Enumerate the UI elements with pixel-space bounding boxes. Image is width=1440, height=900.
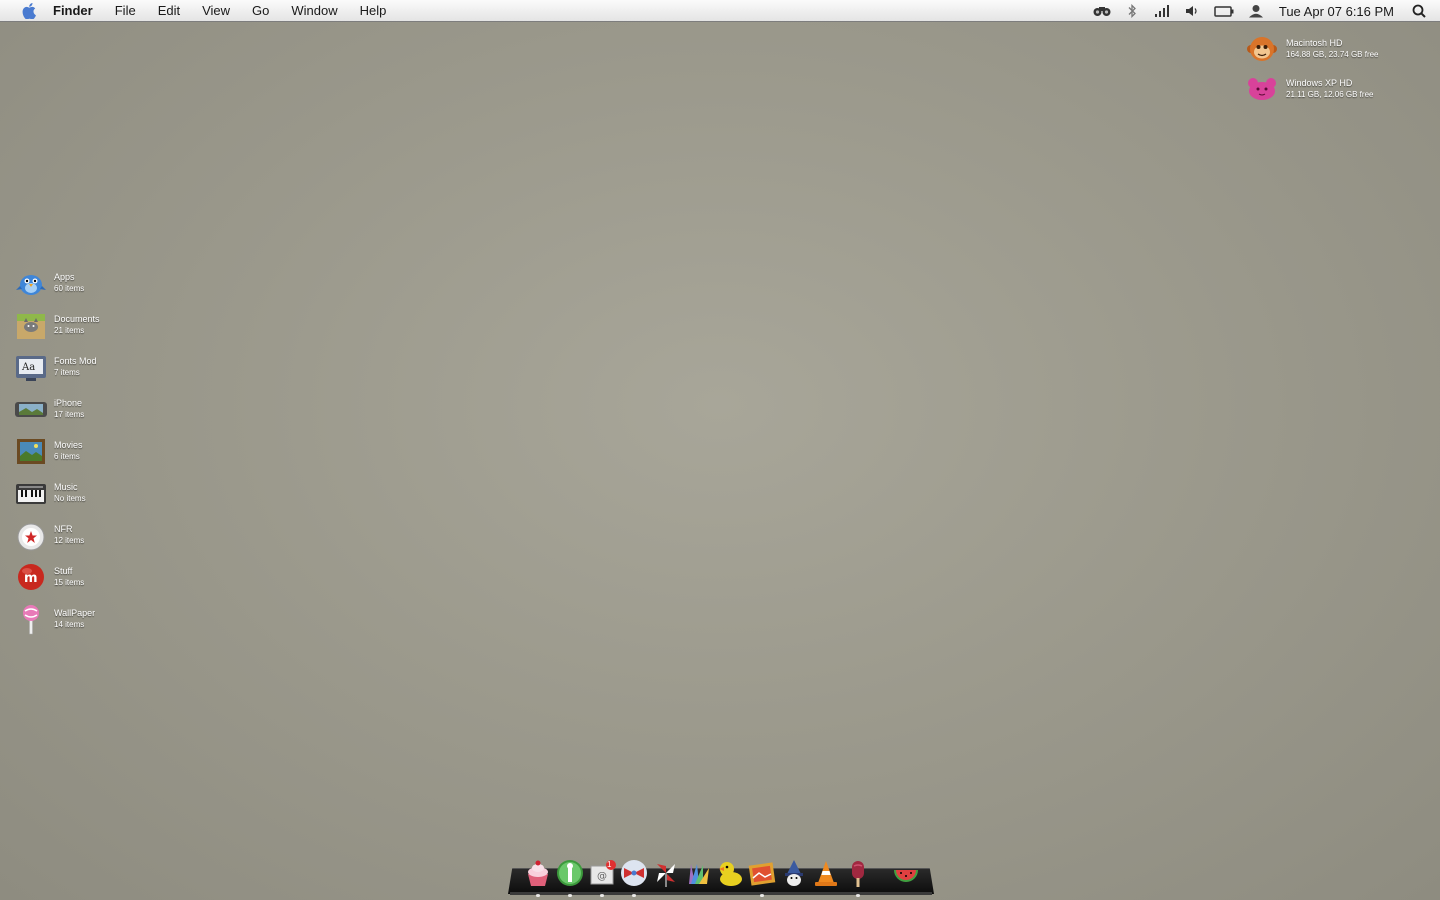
dock-popsicle-icon[interactable] — [843, 858, 873, 888]
dock-bowtie-icon[interactable] — [619, 858, 649, 888]
signal-bars-icon[interactable] — [1153, 3, 1171, 19]
dock-green-globe-icon[interactable] — [555, 858, 585, 888]
folder-name: Documents — [54, 314, 100, 324]
drive-macintosh-hd[interactable]: Macintosh HD 164.88 GB, 23.74 GB free — [1246, 32, 1426, 66]
folder-name: Apps — [54, 272, 75, 282]
binoculars-icon[interactable] — [1093, 3, 1111, 19]
drive-name: Windows XP HD — [1286, 78, 1353, 88]
volume-icon[interactable] — [1183, 3, 1201, 19]
folder-info: 15 items — [54, 578, 85, 587]
folder-name: Stuff — [54, 566, 73, 576]
menu-window[interactable]: Window — [280, 0, 348, 22]
dock-photo-film-icon[interactable] — [747, 858, 777, 888]
drive-windows-xp-hd[interactable]: Windows XP HD 21.11 GB, 12.06 GB free — [1246, 72, 1426, 106]
menu-bar: Finder File Edit View Go Window Help Tue… — [0, 0, 1440, 22]
dock-color-fan-icon[interactable] — [683, 858, 713, 888]
folder-info: 17 items — [54, 410, 85, 419]
dock-badge: 1 — [607, 860, 612, 869]
folder-info: 7 items — [54, 368, 80, 377]
bluetooth-icon[interactable] — [1123, 3, 1141, 19]
dock-duck-icon[interactable] — [715, 858, 745, 888]
menu-help[interactable]: Help — [349, 0, 398, 22]
folder-info: 14 items — [54, 620, 85, 629]
user-icon[interactable] — [1247, 3, 1265, 19]
nfr-badge-icon — [14, 518, 48, 552]
dock-shelf-edge — [510, 892, 932, 895]
menu-edit[interactable]: Edit — [147, 0, 191, 22]
movie-frame-icon — [14, 434, 48, 468]
dock-running-indicator — [632, 894, 636, 897]
apple-icon[interactable] — [21, 2, 37, 19]
dock-traffic-cone-icon[interactable] — [811, 858, 841, 888]
folder-movies[interactable]: Movies 6 items — [14, 433, 124, 469]
folder-documents[interactable]: Documents 21 items — [14, 307, 124, 343]
folder-apps[interactable]: Apps 60 items — [14, 265, 124, 301]
svg-text:@: @ — [597, 871, 607, 882]
folder-name: iPhone — [54, 398, 83, 408]
fonts-display-icon: Aa — [14, 350, 48, 384]
dock-running-indicator — [568, 894, 572, 897]
folder-music[interactable]: Music No items — [14, 475, 124, 511]
m-ball-icon: m — [14, 560, 48, 594]
keyboard-music-icon — [14, 476, 48, 510]
dock-running-indicator — [760, 894, 764, 897]
pink-creature-drive-icon — [1246, 73, 1278, 105]
dock-mail-stamp-icon[interactable]: @ 1 — [587, 858, 617, 888]
folder-name: Fonts Mod — [54, 356, 97, 366]
blue-bird-icon — [14, 266, 48, 300]
folder-info: 6 items — [54, 452, 80, 461]
folder-name: WallPaper — [54, 608, 96, 618]
folder-info: 12 items — [54, 536, 85, 545]
folder-wallpaper[interactable]: WallPaper 14 items — [14, 601, 124, 637]
menu-go[interactable]: Go — [241, 0, 280, 22]
folder-fonts-mod[interactable]: Aa Fonts Mod 7 items — [14, 349, 124, 385]
menu-app-name[interactable]: Finder — [53, 0, 104, 22]
battery-icon[interactable] — [1213, 3, 1235, 19]
folder-nfr[interactable]: NFR 12 items — [14, 517, 124, 553]
dock-running-indicator — [600, 894, 604, 897]
folder-name: NFR — [54, 524, 73, 534]
menu-extras: Tue Apr 07 6:16 PM — [1087, 0, 1440, 22]
dock-watermelon-icon[interactable] — [891, 858, 921, 888]
folder-iphone[interactable]: iPhone 17 items — [14, 391, 124, 427]
drive-info: 164.88 GB, 23.74 GB free — [1286, 50, 1379, 59]
drive-name: Macintosh HD — [1286, 38, 1343, 48]
menu-view[interactable]: View — [191, 0, 241, 22]
menu-clock[interactable]: Tue Apr 07 6:16 PM — [1271, 4, 1404, 19]
iphone-icon — [14, 392, 48, 426]
svg-text:m: m — [24, 571, 38, 586]
folder-info: 60 items — [54, 284, 85, 293]
dock-wizard-icon[interactable] — [779, 858, 809, 888]
cat-box-icon — [14, 308, 48, 342]
svg-text:Aa: Aa — [21, 362, 35, 373]
monkey-drive-icon — [1246, 33, 1278, 65]
dock-cupcake-icon[interactable] — [523, 858, 553, 888]
lollipop-icon — [14, 602, 48, 636]
drive-info: 21.11 GB, 12.06 GB free — [1286, 90, 1374, 99]
dock-running-indicator — [536, 894, 540, 897]
folder-name: Movies — [54, 440, 83, 450]
dock-pinwheel-icon[interactable] — [651, 858, 681, 888]
folder-info: 21 items — [54, 326, 85, 335]
folder-info: No items — [54, 494, 86, 503]
spotlight-search-icon[interactable] — [1410, 3, 1428, 19]
folder-stuff[interactable]: m Stuff 15 items — [14, 559, 124, 595]
folder-name: Music — [54, 482, 78, 492]
menu-file[interactable]: File — [104, 0, 147, 22]
dock-running-indicator — [856, 894, 860, 897]
